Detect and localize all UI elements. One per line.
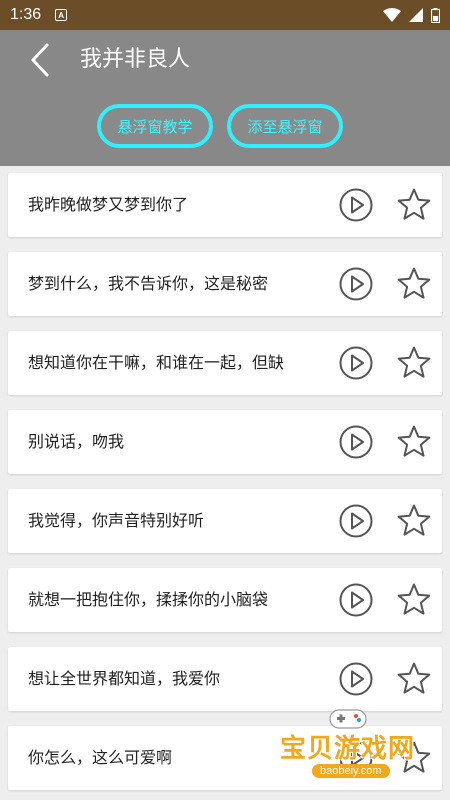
star-icon[interactable] (396, 424, 432, 460)
phrase-text: 想知道你在干嘛，和谁在一起，但缺 (28, 353, 285, 372)
chevron-left-icon (31, 43, 49, 77)
list-item[interactable]: 就想一把抱住你，揉揉你的小脑袋 (8, 568, 442, 632)
star-icon[interactable] (396, 740, 432, 776)
list-item[interactable]: 我觉得，你声音特别好听 (8, 489, 442, 553)
play-icon[interactable] (338, 503, 374, 539)
add-to-floating-window-button[interactable]: 添至悬浮窗 (227, 104, 343, 148)
phrase-text: 梦到什么，我不告诉你，这是秘密 (28, 274, 269, 293)
page-title: 我并非良人 (80, 47, 191, 72)
play-icon[interactable] (338, 266, 374, 302)
star-icon[interactable] (396, 503, 432, 539)
phrase-text: 想让全世界都知道，我爱你 (28, 669, 221, 688)
status-icons (383, 7, 440, 23)
star-icon[interactable] (396, 266, 432, 302)
status-time: 1:36 (10, 6, 42, 23)
phrase-list[interactable]: 我昨晚做梦又梦到你了 梦到什么，我不告诉你，这是秘密 想知道你在干嘛，和谁在一起… (0, 166, 450, 800)
play-icon[interactable] (338, 740, 374, 776)
battery-icon (431, 7, 440, 23)
phrase-text: 别说话，吻我 (28, 432, 125, 451)
star-icon[interactable] (396, 187, 432, 223)
notification-icon: A (55, 9, 68, 21)
phrase-text: 就想一把抱住你，揉揉你的小脑袋 (28, 590, 269, 609)
list-item[interactable]: 想知道你在干嘛，和谁在一起，但缺 (8, 331, 442, 395)
app-header: 我并非良人 悬浮窗教学 添至悬浮窗 (0, 30, 450, 166)
phrase-text: 你怎么，这么可爱啊 (28, 748, 173, 767)
back-button[interactable] (22, 40, 58, 80)
phrase-text: 我觉得，你声音特别好听 (28, 511, 205, 530)
star-icon[interactable] (396, 345, 432, 381)
floating-window-tutorial-button[interactable]: 悬浮窗教学 (97, 104, 213, 148)
play-icon[interactable] (338, 345, 374, 381)
wifi-icon (383, 8, 401, 22)
play-icon[interactable] (338, 187, 374, 223)
play-icon[interactable] (338, 661, 374, 697)
list-item[interactable]: 想让全世界都知道，我爱你 (8, 647, 442, 711)
phrase-text: 我昨晚做梦又梦到你了 (28, 195, 189, 214)
play-icon[interactable] (338, 582, 374, 618)
star-icon[interactable] (396, 661, 432, 697)
signal-icon (409, 8, 423, 22)
list-item[interactable]: 我昨晚做梦又梦到你了 (8, 173, 442, 237)
list-item[interactable]: 别说话，吻我 (8, 410, 442, 474)
list-item[interactable]: 梦到什么，我不告诉你，这是秘密 (8, 252, 442, 316)
play-icon[interactable] (338, 424, 374, 460)
list-item[interactable]: 你怎么，这么可爱啊 (8, 726, 442, 790)
status-bar: 1:36 A (0, 0, 450, 30)
star-icon[interactable] (396, 582, 432, 618)
